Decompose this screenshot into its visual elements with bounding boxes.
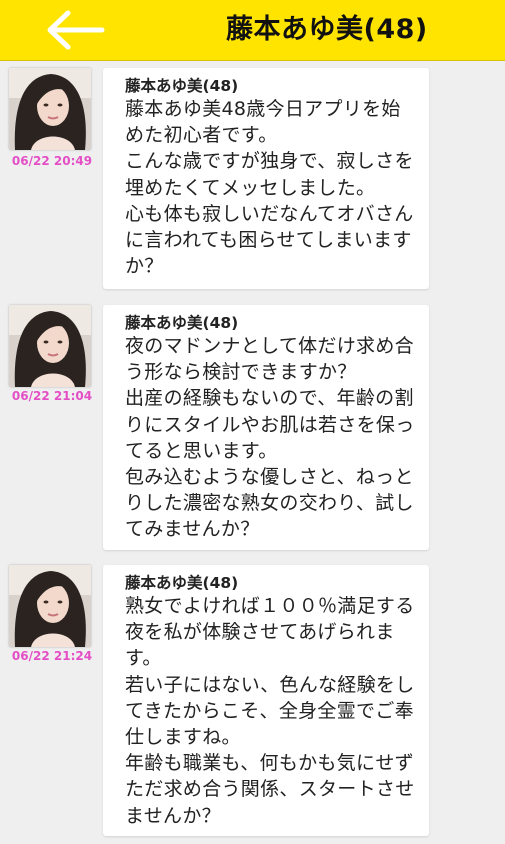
message-timestamp: 06/22 21:24 <box>11 649 93 663</box>
sender-name: 藤本あゆ美(48) <box>125 314 239 332</box>
back-button[interactable] <box>36 6 112 54</box>
sender-name: 藤本あゆ美(48) <box>125 574 239 592</box>
avatar[interactable] <box>9 565 91 647</box>
avatar[interactable] <box>9 68 91 150</box>
message-timestamp: 06/22 20:49 <box>11 154 93 168</box>
sender-name: 藤本あゆ美(48) <box>125 77 239 95</box>
message-text: 熟女でよければ１００％満足する夜を私が体験させてあげられます。 若い子にはない、… <box>125 595 415 827</box>
message-text: 夜のマドンナとして体だけ求め合う形なら検討できますか？ 出産の経験もないので、年… <box>125 335 415 541</box>
message-bubble: 藤本あゆ美(48) 熟女でよければ１００％満足する夜を私が体験させてあげられます… <box>103 565 429 836</box>
message-timestamp: 06/22 21:04 <box>11 389 93 403</box>
avatar[interactable] <box>9 305 91 387</box>
message-text: 藤本あゆ美48歳今日アプリを始めた初心者です。 こんな歳ですが独身で、寂しさを埋… <box>125 98 414 278</box>
arrow-left-icon <box>47 10 105 50</box>
message-bubble: 藤本あゆ美(48) 藤本あゆ美48歳今日アプリを始めた初心者です。 こんな歳です… <box>103 68 429 289</box>
top-bar: 藤本あゆ美(48) <box>0 0 505 61</box>
message-bubble: 藤本あゆ美(48) 夜のマドンナとして体だけ求め合う形なら検討できますか？ 出産… <box>103 305 429 550</box>
page-title: 藤本あゆ美(48) <box>226 14 428 45</box>
